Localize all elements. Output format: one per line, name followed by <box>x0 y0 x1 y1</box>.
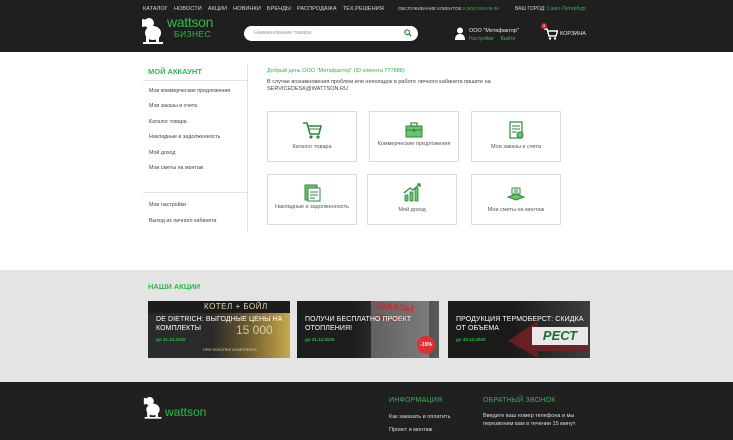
promo-art-note: ПРИ ПОКУПКЕ КОМПЛЕКТА <box>203 347 257 352</box>
search-input[interactable]: Наименование товара <box>244 26 418 41</box>
cart-icon <box>303 122 322 139</box>
search-icon[interactable] <box>404 29 412 37</box>
footer-wordmark: wattson <box>165 405 207 419</box>
promo-art-text: КОТЕЛ + БОЙЛ <box>204 302 268 311</box>
site-header: КАТАЛОГ НОВОСТИ АКЦИИ НОВИНКИ БРЕНДЫ РАС… <box>0 0 733 52</box>
support-info: В случае возникновения проблем или непол… <box>267 79 537 93</box>
logout-link[interactable]: Выйти <box>500 36 515 42</box>
sidebar-item-invoices[interactable]: Накладные и задолженность <box>149 134 220 140</box>
search-placeholder: Наименование товара <box>254 30 312 36</box>
dog-logo-icon <box>143 397 162 419</box>
promo-date: до 30.12.2020 <box>456 337 486 342</box>
footer-callback-text: Введите ваш номер телефона и мы перезвон… <box>483 413 576 427</box>
promo-headline: ПРОДУКЦИЯ ТЕРМОБЕРСТ: СКИДКА ОТ ОБЪЕМА <box>456 316 584 332</box>
sidebar-divider <box>143 192 247 193</box>
sidebar-item-estimates[interactable]: Мои сметы на монтаж <box>149 165 203 171</box>
promo-banner-thermobrest[interactable]: РЕСТ ПРОДУКЦИЯ ТЕРМОБЕРСТ: СКИДКА ОТ ОБЪ… <box>448 301 590 358</box>
growth-chart-icon <box>403 183 421 202</box>
sidebar-item-income[interactable]: Мой доход <box>149 150 175 156</box>
city-value[interactable]: Санкт-Петербург <box>547 6 586 12</box>
promo-date: до 31.12.2020 <box>156 337 186 342</box>
promo-headline: ПОЛУЧИ БЕСПЛАТНО ПРОЕКТ ОТОПЛЕНИЯ! <box>305 316 412 332</box>
card-income[interactable]: Мой доход <box>367 174 457 225</box>
card-label: Мои заказы и счета <box>491 144 541 150</box>
top-navigation: КАТАЛОГ НОВОСТИ АКЦИИ НОВИНКИ БРЕНДЫ РАС… <box>143 6 384 12</box>
nav-catalog[interactable]: КАТАЛОГ <box>143 6 168 12</box>
dog-logo-icon <box>142 18 163 44</box>
footer-link-project[interactable]: Проект и монтаж <box>389 427 432 433</box>
promos-section: НАШИ АКЦИИ КОТЕЛ + БОЙЛ 15 000 ПРИ ПОКУП… <box>0 270 733 382</box>
card-commercial-offers[interactable]: Коммерческие предложения <box>369 111 459 162</box>
promos-title: НАШИ АКЦИИ <box>148 282 201 291</box>
service-label: ОБСЛУЖИВАНИЕ КЛИЕНТОВ <box>398 6 462 11</box>
card-label: Коммерческие предложения <box>377 141 451 147</box>
user-icon[interactable] <box>455 27 465 40</box>
service-phone[interactable]: 8 (800) 500-09-09 <box>463 6 499 11</box>
card-invoices[interactable]: Накладные и задолженность <box>267 174 357 225</box>
nav-news[interactable]: НОВОСТИ <box>174 6 202 12</box>
account-links: Настройки Выйти <box>469 36 515 42</box>
site-footer: wattson ИНФОРМАЦИЯ Как заказать и оплати… <box>0 382 733 440</box>
greeting-text: Добрый день ООО "Метафактор" (ID клиента… <box>267 68 405 74</box>
cart-label: КОРЗИНА <box>560 31 586 37</box>
footer-link-how-to-order[interactable]: Как заказать и оплатить <box>389 414 450 420</box>
customer-service: ОБСЛУЖИВАНИЕ КЛИЕНТОВ 8 (800) 500-09-09 <box>398 6 499 11</box>
promo-headline: DE DIETRICH: ВЫГОДНЫЕ ЦЕНЫ НА КОМПЛЕКТЫ <box>156 316 283 332</box>
sidebar-separator <box>247 64 248 232</box>
card-catalog[interactable]: Каталог товара <box>267 111 357 162</box>
sidebar-item-settings[interactable]: Мои настройки <box>149 202 186 208</box>
nav-promos[interactable]: АКЦИИ <box>208 6 227 12</box>
promo-banner-dedietrich[interactable]: КОТЕЛ + БОЙЛ 15 000 ПРИ ПОКУПКЕ КОМПЛЕКТ… <box>148 301 290 358</box>
card-label: Каталог товара <box>292 144 332 150</box>
card-label: Накладные и задолженность <box>274 204 350 210</box>
sidebar-divider <box>143 80 247 81</box>
promo-banner-project[interactable]: ЗАКАЗЫ ПРОЕКТ -15% ПОЛУЧИ БЕСПЛАТНО ПРОЕ… <box>297 301 439 358</box>
card-orders[interactable]: Мои заказы и счета <box>471 111 561 162</box>
footer-callback-title: ОБРАТНЫЙ ЗВОНОК <box>483 397 556 404</box>
promo-date: до 31.12.2020 <box>305 337 335 342</box>
footer-info-title: ИНФОРМАЦИЯ <box>389 397 443 404</box>
briefcase-icon <box>405 122 423 138</box>
sidebar-item-commercial-offers[interactable]: Мои коммерческие предложения <box>149 88 230 94</box>
support-email[interactable]: SERVICEDESK@WATTSON.RU <box>267 86 348 92</box>
logo-wordmark: wattson <box>167 14 214 30</box>
sidebar-item-catalog[interactable]: Каталог товара <box>149 119 187 125</box>
account-name[interactable]: ООО "Метафактор" <box>469 28 519 34</box>
discount-badge: -15% <box>417 336 435 354</box>
account-sidebar: МОЙ АККАУНТ <box>143 62 247 79</box>
logo-subtitle: БИЗНЕС <box>174 29 212 39</box>
sidebar-item-logout[interactable]: Выход из личного кабинета <box>149 218 216 224</box>
nav-brands[interactable]: БРЕНДЫ <box>267 6 291 12</box>
sidebar-title: МОЙ АККАУНТ <box>148 67 202 76</box>
sidebar-item-orders[interactable]: Мои заказы и счета <box>149 103 197 109</box>
city-selector: ВАШ ГОРОД: Санкт-Петербург <box>515 6 586 12</box>
card-estimates[interactable]: Мои сметы на монтаж <box>471 174 561 225</box>
cart-count-badge: 3 <box>541 23 547 29</box>
card-label: Мой доход <box>398 207 426 213</box>
settings-link[interactable]: Настройки <box>469 36 494 42</box>
city-label: ВАШ ГОРОД: <box>515 6 546 12</box>
card-label: Мои сметы на монтаж <box>487 207 545 213</box>
estimate-icon <box>506 187 526 201</box>
nav-tech-solutions[interactable]: ТЕХ.РЕШЕНИЯ <box>343 6 384 12</box>
support-text: В случае возникновения проблем или непол… <box>267 79 491 85</box>
invoice-icon <box>304 184 321 202</box>
nav-new-products[interactable]: НОВИНКИ <box>233 6 261 12</box>
nav-sale[interactable]: РАСПРОДАЖА <box>297 6 337 12</box>
cart-icon <box>544 28 558 40</box>
site-logo[interactable]: wattson БИЗНЕС <box>141 14 231 46</box>
document-icon <box>509 121 524 139</box>
